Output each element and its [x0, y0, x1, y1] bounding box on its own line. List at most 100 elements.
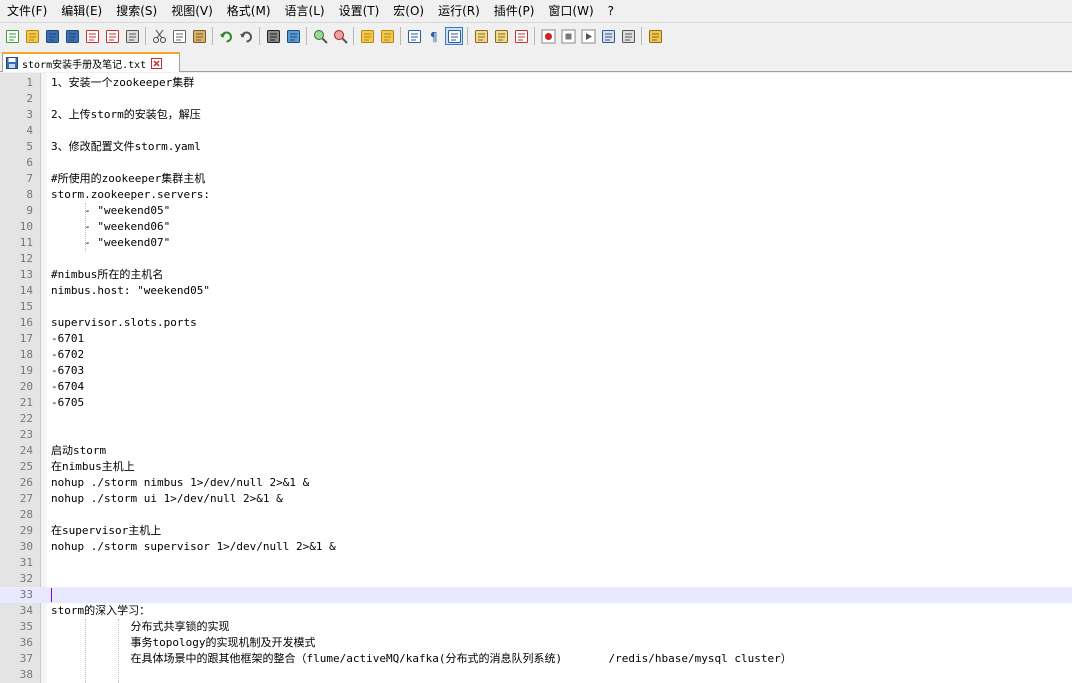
editor-line[interactable]: 4 — [0, 123, 1072, 139]
close-button[interactable] — [84, 28, 100, 44]
editor-line[interactable]: 26 nohup ./storm nimbus 1>/dev/null 2>&1 … — [0, 475, 1072, 491]
editor-line[interactable]: 28 — [0, 507, 1072, 523]
editor-line[interactable]: 9 - "weekend05" — [0, 203, 1072, 219]
line-number: 31 — [19, 556, 33, 569]
find-icon — [266, 29, 280, 43]
tab-close-icon[interactable] — [151, 57, 163, 69]
line-text: storm的深入学习： — [51, 604, 151, 617]
menu-item-10[interactable]: 窗口(W) — [541, 0, 600, 22]
function-list-icon — [494, 29, 508, 43]
editor-line[interactable]: 25 在nimbus主机上 — [0, 459, 1072, 475]
editor-line[interactable]: 38 — [0, 667, 1072, 683]
save-macro-button[interactable] — [620, 28, 636, 44]
undo-button[interactable] — [218, 28, 234, 44]
editor-line[interactable]: 13 #nimbus所在的主机名 — [0, 267, 1072, 283]
editor-line[interactable]: 2 — [0, 91, 1072, 107]
record-macro-button[interactable] — [540, 28, 556, 44]
save-all-button[interactable] — [64, 28, 80, 44]
editor-line[interactable]: 6 — [0, 155, 1072, 171]
launch-button[interactable] — [647, 28, 663, 44]
line-text: 启动storm — [51, 444, 107, 457]
open-file-button[interactable] — [24, 28, 40, 44]
editor-line[interactable]: 37 在具体场景中的跟其他框架的整合（flume/activeMQ/kafka(… — [0, 651, 1072, 667]
line-number: 32 — [19, 572, 33, 585]
editor-line[interactable]: 17 -6701 — [0, 331, 1072, 347]
editor-line[interactable]: 27 nohup ./storm ui 1>/dev/null 2>&1 & — [0, 491, 1072, 507]
run-macro-multiple-button[interactable] — [600, 28, 616, 44]
editor-line[interactable]: 24 启动storm — [0, 443, 1072, 459]
sync-vertical-button[interactable] — [359, 28, 375, 44]
menu-item-5[interactable]: 语言(L) — [278, 0, 332, 22]
editor-line[interactable]: 14 nimbus.host: "weekend05" — [0, 283, 1072, 299]
toolbar-separator — [145, 27, 146, 45]
copy-button[interactable] — [171, 28, 187, 44]
menu-item-8[interactable]: 运行(R) — [431, 0, 487, 22]
folder-workspace-button[interactable] — [513, 28, 529, 44]
editor-line[interactable]: 32 — [0, 571, 1072, 587]
editor-line[interactable]: 36 事务topology的实现机制及开发模式 — [0, 635, 1072, 651]
menu-item-9[interactable]: 插件(P) — [487, 0, 542, 22]
editor-line[interactable]: 3 2、上传storm的安装包，解压 — [0, 107, 1072, 123]
indent-guide-icon — [447, 29, 461, 43]
print-button[interactable] — [124, 28, 140, 44]
menu-item-0[interactable]: 文件(F) — [0, 0, 54, 22]
editor-line[interactable]: 23 — [0, 427, 1072, 443]
line-number: 19 — [19, 364, 33, 377]
stop-record-button[interactable] — [560, 28, 576, 44]
document-map-button[interactable] — [473, 28, 489, 44]
menu-item-2[interactable]: 搜索(S) — [109, 0, 164, 22]
word-wrap-button[interactable] — [406, 28, 422, 44]
indent-guide-button[interactable] — [445, 27, 463, 45]
editor-line[interactable]: 31 — [0, 555, 1072, 571]
menu-item-11[interactable]: ? — [601, 0, 621, 22]
editor-line[interactable]: 8 storm.zookeeper.servers: — [0, 187, 1072, 203]
function-list-button[interactable] — [493, 28, 509, 44]
line-text: nimbus.host: "weekend05" — [51, 284, 210, 297]
editor-line[interactable]: 5 3、修改配置文件storm.yaml — [0, 139, 1072, 155]
editor-line[interactable]: 30 nohup ./storm supervisor 1>/dev/null 2… — [0, 539, 1072, 555]
sync-horizontal-button[interactable] — [379, 28, 395, 44]
redo-button[interactable] — [238, 28, 254, 44]
toolbar-separator — [259, 27, 260, 45]
svg-text:¶: ¶ — [430, 30, 438, 44]
menu-item-4[interactable]: 格式(M) — [220, 0, 278, 22]
line-text: 在supervisor主机上 — [51, 524, 162, 537]
editor-line[interactable]: 35 分布式共享锁的实现 — [0, 619, 1072, 635]
cut-button[interactable] — [151, 28, 167, 44]
zoom-out-button[interactable] — [332, 28, 348, 44]
editor-line[interactable]: 11 - "weekend07" — [0, 235, 1072, 251]
line-number: 35 — [19, 620, 33, 633]
editor-line[interactable]: 29 在supervisor主机上 — [0, 523, 1072, 539]
line-number: 8 — [26, 188, 33, 201]
show-all-chars-button[interactable]: ¶ — [426, 28, 442, 44]
replace-button[interactable] — [285, 28, 301, 44]
tab-document[interactable]: storm安装手册及笔记.txt — [2, 52, 180, 72]
find-button[interactable] — [265, 28, 281, 44]
close-all-button[interactable] — [104, 28, 120, 44]
editor-line[interactable]: 15 — [0, 299, 1072, 315]
paste-button[interactable] — [191, 28, 207, 44]
menu-item-1[interactable]: 编辑(E) — [54, 0, 109, 22]
editor-line[interactable]: 7 #所使用的zookeeper集群主机 — [0, 171, 1072, 187]
editor-line[interactable]: 16 supervisor.slots.ports — [0, 315, 1072, 331]
editor-line[interactable]: 18 -6702 — [0, 347, 1072, 363]
editor-line[interactable]: 22 — [0, 411, 1072, 427]
menu-item-6[interactable]: 设置(T) — [332, 0, 387, 22]
play-macro-button[interactable] — [580, 28, 596, 44]
editor-line[interactable]: 12 — [0, 251, 1072, 267]
text-editor[interactable]: 1 1、安装一个zookeeper集群 2 3 2、上传storm的安装包，解压 4 5 3、… — [0, 73, 1072, 683]
editor-line[interactable]: 19 -6703 — [0, 363, 1072, 379]
menu-item-3[interactable]: 视图(V) — [164, 0, 220, 22]
line-number: 5 — [26, 140, 33, 153]
line-number: 13 — [19, 268, 33, 281]
editor-line[interactable]: 1 1、安装一个zookeeper集群 — [0, 75, 1072, 91]
editor-line[interactable]: 21 -6705 — [0, 395, 1072, 411]
editor-line[interactable]: 20 -6704 — [0, 379, 1072, 395]
editor-line[interactable]: 34 storm的深入学习： — [0, 603, 1072, 619]
menu-item-7[interactable]: 宏(O) — [386, 0, 431, 22]
editor-line[interactable]: 10 - "weekend06" — [0, 219, 1072, 235]
save-button[interactable] — [44, 28, 60, 44]
zoom-in-button[interactable] — [312, 28, 328, 44]
new-file-button[interactable] — [4, 28, 20, 44]
editor-line[interactable]: 33 — [0, 587, 1072, 603]
